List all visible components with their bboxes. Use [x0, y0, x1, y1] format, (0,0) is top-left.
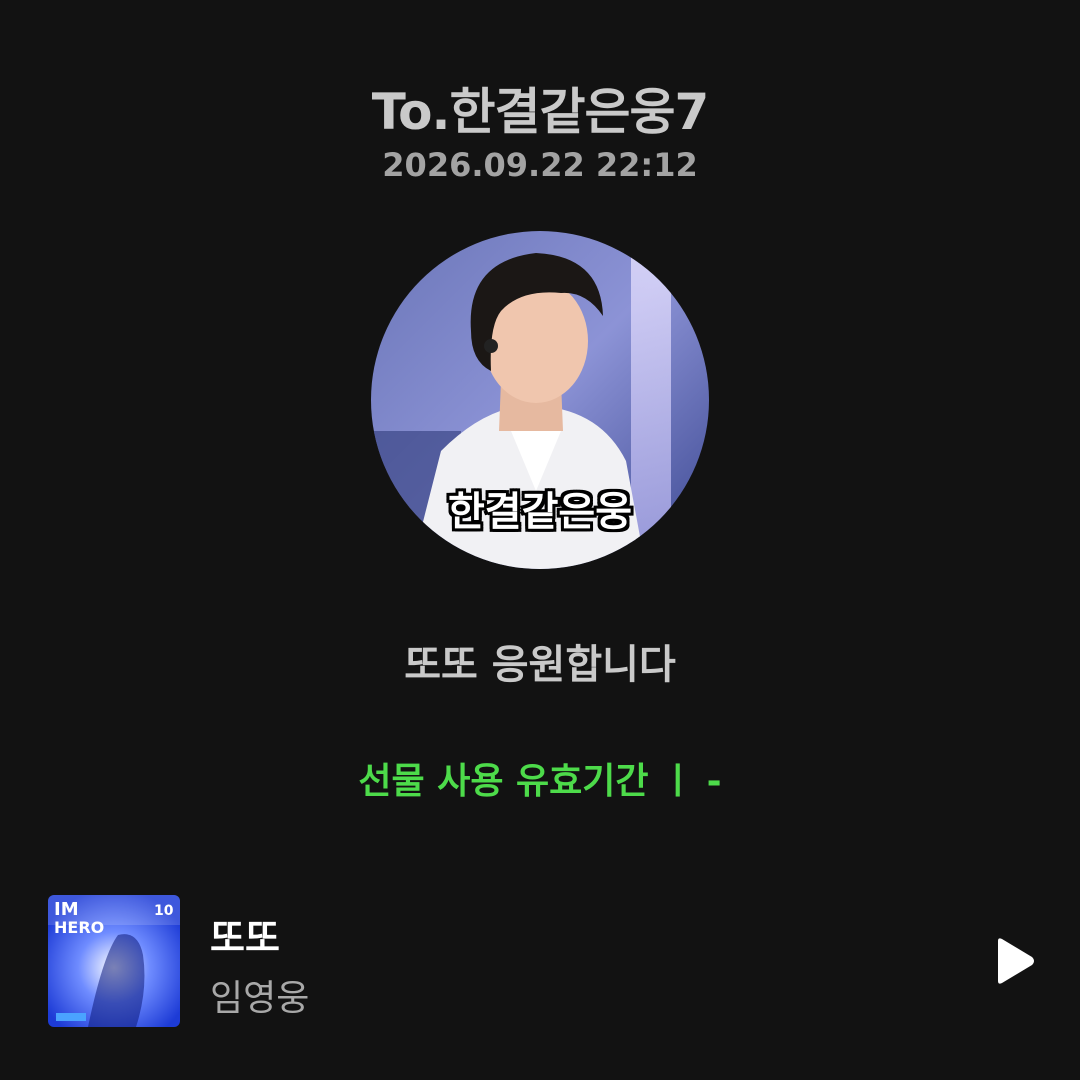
track-artist: 임영웅: [210, 978, 310, 1019]
svg-text:IM: IM: [54, 899, 79, 920]
svg-text:HERO: HERO: [54, 918, 104, 937]
profile-avatar: 한결같은웅: [371, 231, 709, 569]
album-cover: IM HERO 10: [48, 895, 180, 1027]
track-title: 또또: [210, 916, 280, 960]
svg-text:10: 10: [154, 903, 174, 919]
sent-timestamp: 2026.09.22 22:12: [382, 146, 698, 184]
track-row[interactable]: IM HERO 10 또또 임영웅: [48, 895, 1048, 1027]
gift-validity-label: 선물 사용 유효기간 ㅣ -: [358, 761, 722, 802]
avatar-caption: 한결같은웅: [448, 489, 632, 535]
play-icon: [998, 938, 1034, 984]
play-button[interactable]: [988, 935, 1040, 987]
recipient-title: To.한결같은웅7: [371, 83, 710, 141]
gift-card-screen: To.한결같은웅7 2026.09.22 22:12 한결같은웅 또또 응원합니…: [0, 0, 1080, 1080]
gift-message: 또또 응원합니다: [404, 642, 676, 688]
